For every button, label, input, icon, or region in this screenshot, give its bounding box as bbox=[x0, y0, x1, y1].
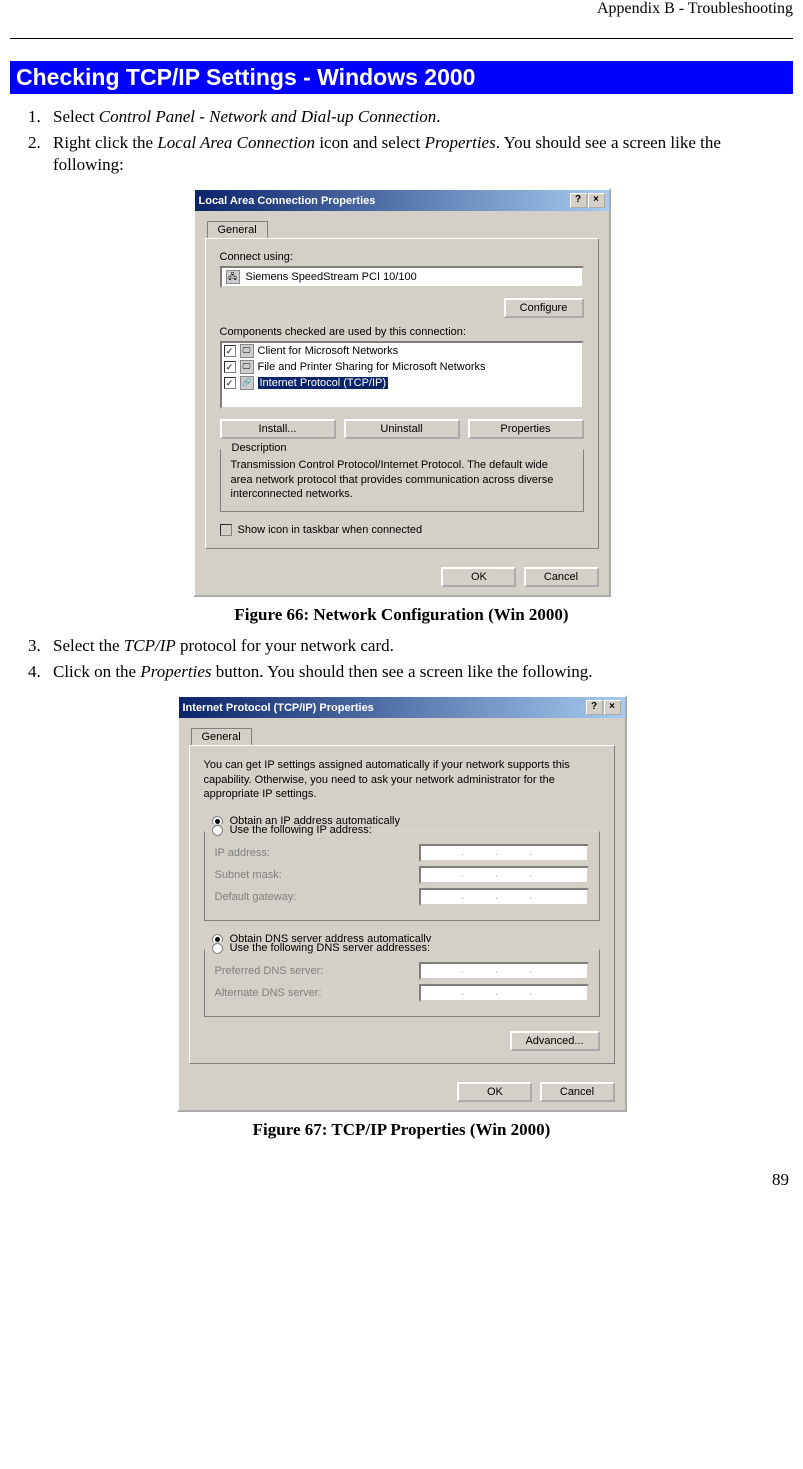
text: Select bbox=[53, 107, 99, 126]
adapter-icon: 🖧 bbox=[226, 270, 240, 284]
text: Click on the bbox=[53, 662, 140, 681]
close-button[interactable]: × bbox=[588, 193, 605, 208]
components-label: Components checked are used by this conn… bbox=[220, 326, 584, 338]
uninstall-button[interactable]: Uninstall bbox=[344, 419, 460, 439]
text-italic: Properties bbox=[140, 662, 211, 681]
text: protocol for your network card. bbox=[176, 636, 394, 655]
dialog-title: Internet Protocol (TCP/IP) Properties bbox=[183, 702, 585, 714]
text-italic: Local Area Connection bbox=[157, 133, 315, 152]
alternate-dns-label: Alternate DNS server: bbox=[215, 987, 322, 999]
ip-group: Use the following IP address: IP address… bbox=[204, 831, 600, 921]
step-list-1: Select Control Panel - Network and Dial-… bbox=[10, 106, 793, 176]
header-rule bbox=[10, 38, 793, 39]
ip-address-label: IP address: bbox=[215, 847, 270, 859]
step-list-2: Select the TCP/IP protocol for your netw… bbox=[10, 635, 793, 683]
adapter-name: Siemens SpeedStream PCI 10/100 bbox=[246, 271, 417, 283]
text-italic: TCP/IP bbox=[124, 636, 176, 655]
gateway-field[interactable]: . . . bbox=[419, 888, 589, 906]
gateway-label: Default gateway: bbox=[215, 891, 297, 903]
list-item[interactable]: ✓ 🖵 File and Printer Sharing for Microso… bbox=[222, 359, 582, 375]
subnet-mask-label: Subnet mask: bbox=[215, 869, 282, 881]
radio-use-ip-label: Use the following IP address: bbox=[230, 824, 372, 836]
ip-address-field[interactable]: . . . bbox=[419, 844, 589, 862]
checkbox-icon[interactable]: ✓ bbox=[224, 377, 236, 389]
dialog-tcpip-properties: Internet Protocol (TCP/IP) Properties ? … bbox=[177, 695, 627, 1112]
components-list[interactable]: ✓ 🖵 Client for Microsoft Networks ✓ 🖵 Fi… bbox=[220, 341, 584, 409]
intro-text: You can get IP settings assigned automat… bbox=[204, 758, 600, 801]
share-icon: 🖵 bbox=[240, 360, 254, 374]
advanced-button[interactable]: Advanced... bbox=[510, 1031, 600, 1051]
list-item[interactable]: ✓ 🔗 Internet Protocol (TCP/IP) bbox=[222, 375, 582, 391]
cancel-button[interactable]: Cancel bbox=[524, 567, 599, 587]
text: . bbox=[436, 107, 440, 126]
connect-using-label: Connect using: bbox=[220, 251, 584, 263]
help-button[interactable]: ? bbox=[586, 700, 603, 715]
show-icon-checkbox[interactable] bbox=[220, 524, 232, 536]
text: Select the bbox=[53, 636, 124, 655]
client-icon: 🖵 bbox=[240, 344, 254, 358]
install-button[interactable]: Install... bbox=[220, 419, 336, 439]
close-button[interactable]: × bbox=[604, 700, 621, 715]
dialog-lan-properties: Local Area Connection Properties ? × Gen… bbox=[193, 188, 611, 597]
description-legend: Description bbox=[229, 442, 290, 454]
step-2: Right click the Local Area Connection ic… bbox=[45, 132, 793, 176]
radio-use-ip[interactable] bbox=[212, 825, 223, 836]
checkbox-icon[interactable]: ✓ bbox=[224, 361, 236, 373]
adapter-box: 🖧 Siemens SpeedStream PCI 10/100 bbox=[220, 266, 584, 288]
page-header: Appendix B - Troubleshooting bbox=[10, 0, 793, 18]
list-item-label: Client for Microsoft Networks bbox=[258, 345, 399, 357]
ok-button[interactable]: OK bbox=[441, 567, 516, 587]
checkbox-icon[interactable]: ✓ bbox=[224, 345, 236, 357]
section-heading: Checking TCP/IP Settings - Windows 2000 bbox=[10, 61, 793, 94]
text-italic: Properties bbox=[425, 133, 496, 152]
list-item-label-selected: Internet Protocol (TCP/IP) bbox=[258, 377, 389, 389]
dns-group: Use the following DNS server addresses: … bbox=[204, 949, 600, 1017]
preferred-dns-field[interactable]: . . . bbox=[419, 962, 589, 980]
properties-button[interactable]: Properties bbox=[468, 419, 584, 439]
alternate-dns-field[interactable]: . . . bbox=[419, 984, 589, 1002]
tab-general[interactable]: General bbox=[207, 221, 268, 238]
text: Right click the bbox=[53, 133, 157, 152]
description-group: Description Transmission Control Protoco… bbox=[220, 449, 584, 512]
text: button. You should then see a screen lik… bbox=[212, 662, 593, 681]
show-icon-label: Show icon in taskbar when connected bbox=[238, 524, 423, 536]
text: icon and select bbox=[315, 133, 425, 152]
step-4: Click on the Properties button. You shou… bbox=[45, 661, 793, 683]
radio-use-dns[interactable] bbox=[212, 943, 223, 954]
preferred-dns-label: Preferred DNS server: bbox=[215, 965, 324, 977]
figure-66-caption: Figure 66: Network Configuration (Win 20… bbox=[10, 605, 793, 625]
page-number: 89 bbox=[10, 1170, 793, 1190]
figure-67-caption: Figure 67: TCP/IP Properties (Win 2000) bbox=[10, 1120, 793, 1140]
protocol-icon: 🔗 bbox=[240, 376, 254, 390]
step-1: Select Control Panel - Network and Dial-… bbox=[45, 106, 793, 128]
text-italic: Control Panel - Network and Dial-up Conn… bbox=[99, 107, 436, 126]
step-3: Select the TCP/IP protocol for your netw… bbox=[45, 635, 793, 657]
dialog-title: Local Area Connection Properties bbox=[199, 195, 569, 207]
description-text: Transmission Control Protocol/Internet P… bbox=[231, 458, 573, 501]
list-item-label: File and Printer Sharing for Microsoft N… bbox=[258, 361, 486, 373]
ok-button[interactable]: OK bbox=[457, 1082, 532, 1102]
cancel-button[interactable]: Cancel bbox=[540, 1082, 615, 1102]
tab-general[interactable]: General bbox=[191, 728, 252, 745]
help-button[interactable]: ? bbox=[570, 193, 587, 208]
list-item[interactable]: ✓ 🖵 Client for Microsoft Networks bbox=[222, 343, 582, 359]
subnet-mask-field[interactable]: . . . bbox=[419, 866, 589, 884]
radio-use-dns-label: Use the following DNS server addresses: bbox=[230, 942, 431, 954]
configure-button[interactable]: Configure bbox=[504, 298, 584, 318]
